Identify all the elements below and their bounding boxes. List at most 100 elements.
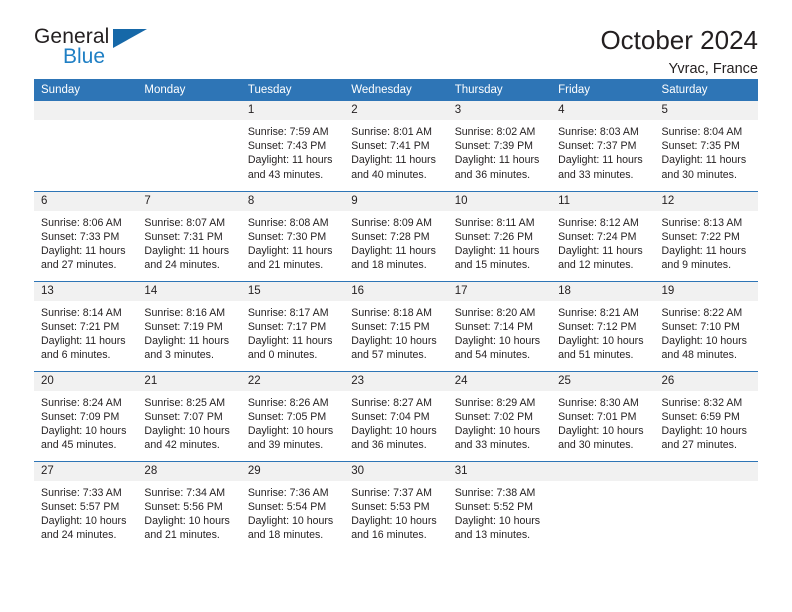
daylight-line-1: Daylight: 11 hours <box>558 154 643 167</box>
logo-triangle-icon <box>113 29 147 48</box>
calendar-day-cell[interactable]: 19 Sunrise: 8:22 AM Sunset: 7:10 PM Dayligh… <box>654 280 758 371</box>
calendar-day-cell[interactable]: 7 Sunrise: 8:07 AM Sunset: 7:31 PM Daylight… <box>137 190 241 281</box>
general-blue-logo[interactable]: General Blue <box>34 26 154 72</box>
daylight-line-1: Daylight: 11 hours <box>41 334 126 347</box>
day-details: Sunrise: 7:38 AM Sunset: 5:52 PM Daylight:… <box>448 481 551 543</box>
day-number: 26 <box>654 371 758 391</box>
sunset-time: Sunset: 7:14 PM <box>454 320 534 333</box>
day-details: Sunrise: 8:08 AM Sunset: 7:30 PM Daylight:… <box>241 211 344 273</box>
sunset-time: Sunset: 7:05 PM <box>247 410 327 423</box>
calendar-day-cell[interactable]: 3 Sunrise: 8:02 AM Sunset: 7:39 PM Daylight… <box>447 101 552 191</box>
calendar-day-cell[interactable]: 6 Sunrise: 8:06 AM Sunset: 7:33 PM Daylight… <box>34 190 138 281</box>
sunset-time: Sunset: 7:17 PM <box>247 320 327 333</box>
calendar-day-cell[interactable]: 27 Sunrise: 7:33 AM Sunset: 5:57 PM Dayligh… <box>34 460 138 551</box>
calendar-day-cell[interactable]: 8 Sunrise: 8:08 AM Sunset: 7:30 PM Daylight… <box>240 190 345 281</box>
day-number: 8 <box>240 191 345 211</box>
calendar-day-cell[interactable]: 4 Sunrise: 8:03 AM Sunset: 7:37 PM Daylight… <box>551 101 655 191</box>
calendar-day-cell[interactable]: 22 Sunrise: 8:26 AM Sunset: 7:05 PM Dayligh… <box>240 370 345 461</box>
calendar-day-cell[interactable]: 17 Sunrise: 8:20 AM Sunset: 7:14 PM Dayligh… <box>447 280 552 371</box>
sunrise-time: Sunrise: 8:13 AM <box>661 216 743 229</box>
daylight-line-2: and 30 minutes. <box>558 439 634 452</box>
sunrise-time: Sunrise: 8:14 AM <box>41 306 122 319</box>
day-number: 4 <box>551 101 655 120</box>
calendar-day-cell[interactable]: 9 Sunrise: 8:09 AM Sunset: 7:28 PM Daylight… <box>344 190 448 281</box>
day-details: Sunrise: 8:20 AM Sunset: 7:14 PM Daylight:… <box>448 301 551 363</box>
day-details: Sunrise: 8:24 AM Sunset: 7:09 PM Daylight:… <box>34 391 137 453</box>
location-subtitle: Yvrac, France <box>668 61 758 78</box>
sunrise-time: Sunrise: 8:16 AM <box>144 306 226 319</box>
calendar-day-cell[interactable]: 5 Sunrise: 8:04 AM Sunset: 7:35 PM Daylight… <box>654 101 758 191</box>
day-details: Sunrise: 8:11 AM Sunset: 7:26 PM Daylight:… <box>448 211 551 273</box>
sunrise-time: Sunrise: 8:01 AM <box>351 126 432 138</box>
calendar-day-cell[interactable]: 23 Sunrise: 8:27 AM Sunset: 7:04 PM Dayligh… <box>344 370 448 461</box>
sunrise-time: Sunrise: 7:36 AM <box>247 486 329 499</box>
day-number: 16 <box>344 281 448 301</box>
daylight-line-2: and 27 minutes. <box>41 259 117 272</box>
daylight-line-1: Daylight: 10 hours <box>351 514 437 527</box>
daylight-line-2: and 6 minutes. <box>41 349 111 362</box>
sunrise-time: Sunrise: 7:33 AM <box>41 486 122 499</box>
calendar-day-cell[interactable]: 12 Sunrise: 8:13 AM Sunset: 7:22 PM Dayligh… <box>654 190 758 281</box>
day-number: 29 <box>240 461 345 481</box>
calendar-day-cell[interactable]: 14 Sunrise: 8:16 AM Sunset: 7:19 PM Dayligh… <box>137 280 241 371</box>
calendar-day-cell[interactable]: 18 Sunrise: 8:21 AM Sunset: 7:12 PM Dayligh… <box>551 280 655 371</box>
daylight-line-2: and 43 minutes. <box>247 168 324 181</box>
sunset-time: Sunset: 7:30 PM <box>247 230 327 243</box>
sunset-time: Sunset: 7:10 PM <box>661 320 740 333</box>
daylight-line-1: Daylight: 11 hours <box>661 244 747 257</box>
day-number <box>551 461 655 481</box>
daylight-line-1: Daylight: 11 hours <box>454 244 540 257</box>
sunrise-time: Sunrise: 8:29 AM <box>454 396 536 409</box>
daylight-line-2: and 57 minutes. <box>351 349 427 362</box>
day-number: 20 <box>34 371 138 391</box>
calendar-day-cell-empty <box>654 460 758 551</box>
sunrise-time: Sunrise: 8:26 AM <box>247 396 329 409</box>
weekday-header-tuesday: Tuesday <box>240 79 345 101</box>
calendar-day-cell-empty <box>34 101 138 191</box>
sunset-time: Sunset: 7:39 PM <box>454 140 534 153</box>
day-number: 25 <box>551 371 655 391</box>
calendar-day-cell[interactable]: 31 Sunrise: 7:38 AM Sunset: 5:52 PM Dayligh… <box>447 460 552 551</box>
sunset-time: Sunset: 7:33 PM <box>41 230 120 243</box>
calendar-day-cell[interactable]: 15 Sunrise: 8:17 AM Sunset: 7:17 PM Dayligh… <box>240 280 345 371</box>
calendar-day-cell[interactable]: 24 Sunrise: 8:29 AM Sunset: 7:02 PM Dayligh… <box>447 370 552 461</box>
day-details: Sunrise: 7:37 AM Sunset: 5:53 PM Daylight:… <box>344 481 447 543</box>
calendar-day-cell[interactable]: 30 Sunrise: 7:37 AM Sunset: 5:53 PM Dayligh… <box>344 460 448 551</box>
calendar-day-cell[interactable]: 25 Sunrise: 8:30 AM Sunset: 7:01 PM Dayligh… <box>551 370 655 461</box>
calendar-day-cell[interactable]: 2 Sunrise: 8:01 AM Sunset: 7:41 PM Daylight… <box>344 101 448 191</box>
sunrise-time: Sunrise: 8:18 AM <box>351 306 432 319</box>
sunrise-time: Sunrise: 8:21 AM <box>558 306 639 319</box>
calendar-day-cell[interactable]: 16 Sunrise: 8:18 AM Sunset: 7:15 PM Dayligh… <box>344 280 448 371</box>
day-number: 21 <box>137 371 241 391</box>
calendar-day-cell[interactable]: 29 Sunrise: 7:36 AM Sunset: 5:54 PM Dayligh… <box>240 460 345 551</box>
calendar-day-cell-empty <box>137 101 241 191</box>
day-number: 24 <box>447 371 552 391</box>
sunrise-time: Sunrise: 7:37 AM <box>351 486 432 499</box>
calendar-page: General Blue October 2024 Yvrac, France … <box>0 0 792 612</box>
day-number: 23 <box>344 371 448 391</box>
title-block: October 2024 Yvrac, France <box>600 25 758 78</box>
day-details: Sunrise: 8:26 AM Sunset: 7:05 PM Daylight:… <box>241 391 344 453</box>
calendar-day-cell[interactable]: 26 Sunrise: 8:32 AM Sunset: 6:59 PM Dayligh… <box>654 370 758 461</box>
day-details: Sunrise: 8:04 AM Sunset: 7:35 PM Daylight:… <box>655 120 758 182</box>
day-number: 2 <box>344 101 448 120</box>
sunrise-time: Sunrise: 8:20 AM <box>454 306 536 319</box>
calendar-day-cell[interactable]: 1 Sunrise: 7:59 AM Sunset: 7:43 PM Daylight… <box>240 101 345 191</box>
calendar-day-cell[interactable]: 20 Sunrise: 8:24 AM Sunset: 7:09 PM Dayligh… <box>34 370 138 461</box>
sunset-time: Sunset: 7:01 PM <box>558 410 637 423</box>
sunset-time: Sunset: 7:09 PM <box>41 410 120 423</box>
daylight-line-1: Daylight: 10 hours <box>454 334 541 347</box>
calendar-day-cell[interactable]: 13 Sunrise: 8:14 AM Sunset: 7:21 PM Dayligh… <box>34 280 138 371</box>
calendar-day-cell[interactable]: 10 Sunrise: 8:11 AM Sunset: 7:26 PM Dayligh… <box>447 190 552 281</box>
daylight-line-2: and 33 minutes. <box>454 439 531 452</box>
daylight-line-2: and 24 minutes. <box>41 529 117 542</box>
calendar-day-cell[interactable]: 11 Sunrise: 8:12 AM Sunset: 7:24 PM Dayligh… <box>551 190 655 281</box>
daylight-line-1: Daylight: 11 hours <box>661 154 747 167</box>
calendar-day-cell[interactable]: 28 Sunrise: 7:34 AM Sunset: 5:56 PM Dayligh… <box>137 460 241 551</box>
daylight-line-2: and 13 minutes. <box>454 529 531 542</box>
day-details: Sunrise: 8:14 AM Sunset: 7:21 PM Daylight:… <box>34 301 137 363</box>
day-number: 6 <box>34 191 138 211</box>
calendar-day-cell[interactable]: 21 Sunrise: 8:25 AM Sunset: 7:07 PM Dayligh… <box>137 370 241 461</box>
day-details: Sunrise: 8:25 AM Sunset: 7:07 PM Daylight:… <box>137 391 240 453</box>
calendar-week-row: 20 Sunrise: 8:24 AM Sunset: 7:09 PM Dayligh… <box>34 370 758 461</box>
